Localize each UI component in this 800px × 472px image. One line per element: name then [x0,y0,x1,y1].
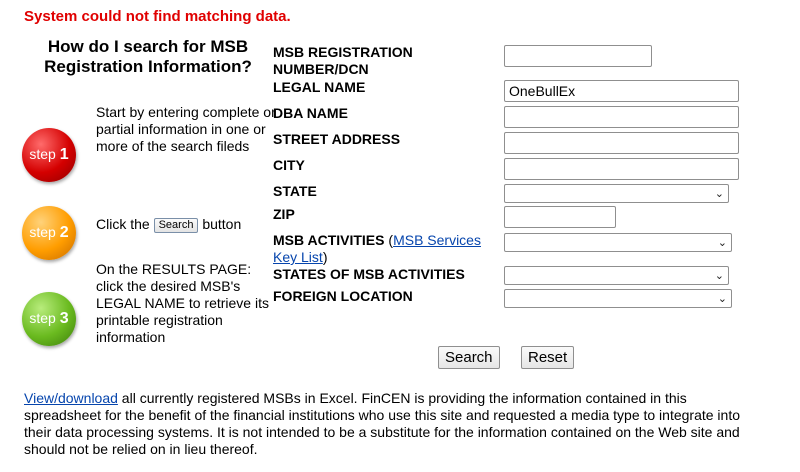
foreign-location-label: FOREIGN LOCATION [273,288,413,304]
msb-registration-input[interactable] [504,45,652,67]
chevron-down-icon: ⌄ [717,237,727,249]
legal-name-label: LEGAL NAME [273,79,366,95]
states-of-msb-activities-select[interactable]: ⌄ [504,266,729,285]
footer-notice: View/download all currently registered M… [24,390,764,458]
city-input[interactable] [504,158,739,180]
chevron-down-icon: ⌄ [717,293,727,305]
legal-name-input[interactable] [504,80,739,102]
street-address-label: STREET ADDRESS [273,131,401,147]
chevron-down-icon: ⌄ [714,188,724,200]
view-download-link[interactable]: View/download [24,390,118,406]
step-3-badge-number: 3 [59,310,69,327]
msb-registration-label: MSB REGISTRATION NUMBER/DCN [273,44,413,77]
search-button[interactable]: Search [438,346,500,369]
mini-search-button-image: Search [153,218,199,233]
step-1-badge-number: 1 [59,146,69,163]
step-3-badge-word: step [29,310,56,326]
step-2-text-before: Click the [96,216,150,232]
msb-activities-label-text: MSB ACTIVITIES [273,232,385,248]
step-2-text-after: button [202,216,242,232]
chevron-down-icon: ⌄ [714,270,724,282]
footer-text: all currently registered MSBs in Excel. … [24,390,741,457]
msb-activities-label: MSB ACTIVITIES (MSB Services Key List) [273,232,498,266]
step-2-text: Click the Search button [96,216,276,233]
foreign-location-select[interactable]: ⌄ [504,289,732,308]
step-3-text: On the RESULTS PAGE: click the desired M… [96,261,269,345]
error-message: System could not find matching data. [24,8,291,25]
step-3-badge: step 3 [22,292,76,346]
street-address-input[interactable] [504,132,739,154]
states-of-msb-activities-label: STATES OF MSB ACTIVITIES [273,266,465,282]
msb-activities-paren-close: ) [322,249,328,265]
reset-button[interactable]: Reset [521,346,575,369]
state-select[interactable]: ⌄ [504,184,729,203]
step-1-text: Start by entering complete or partial in… [96,104,276,154]
city-label: CITY [273,157,305,173]
zip-input[interactable] [504,206,616,228]
step-2-badge-number: 2 [59,224,69,241]
dba-name-label: DBA NAME [273,105,348,121]
zip-label: ZIP [273,206,295,222]
step-2-badge-word: step [29,224,56,240]
step-2-badge: step 2 [22,206,76,260]
step-1-badge-word: step [29,146,56,162]
step-1-badge: step 1 [22,128,76,182]
help-title: How do I search for MSB Registration Inf… [44,37,252,76]
msb-activities-select[interactable]: ⌄ [504,233,732,252]
state-label: STATE [273,183,317,199]
dba-name-input[interactable] [504,106,739,128]
